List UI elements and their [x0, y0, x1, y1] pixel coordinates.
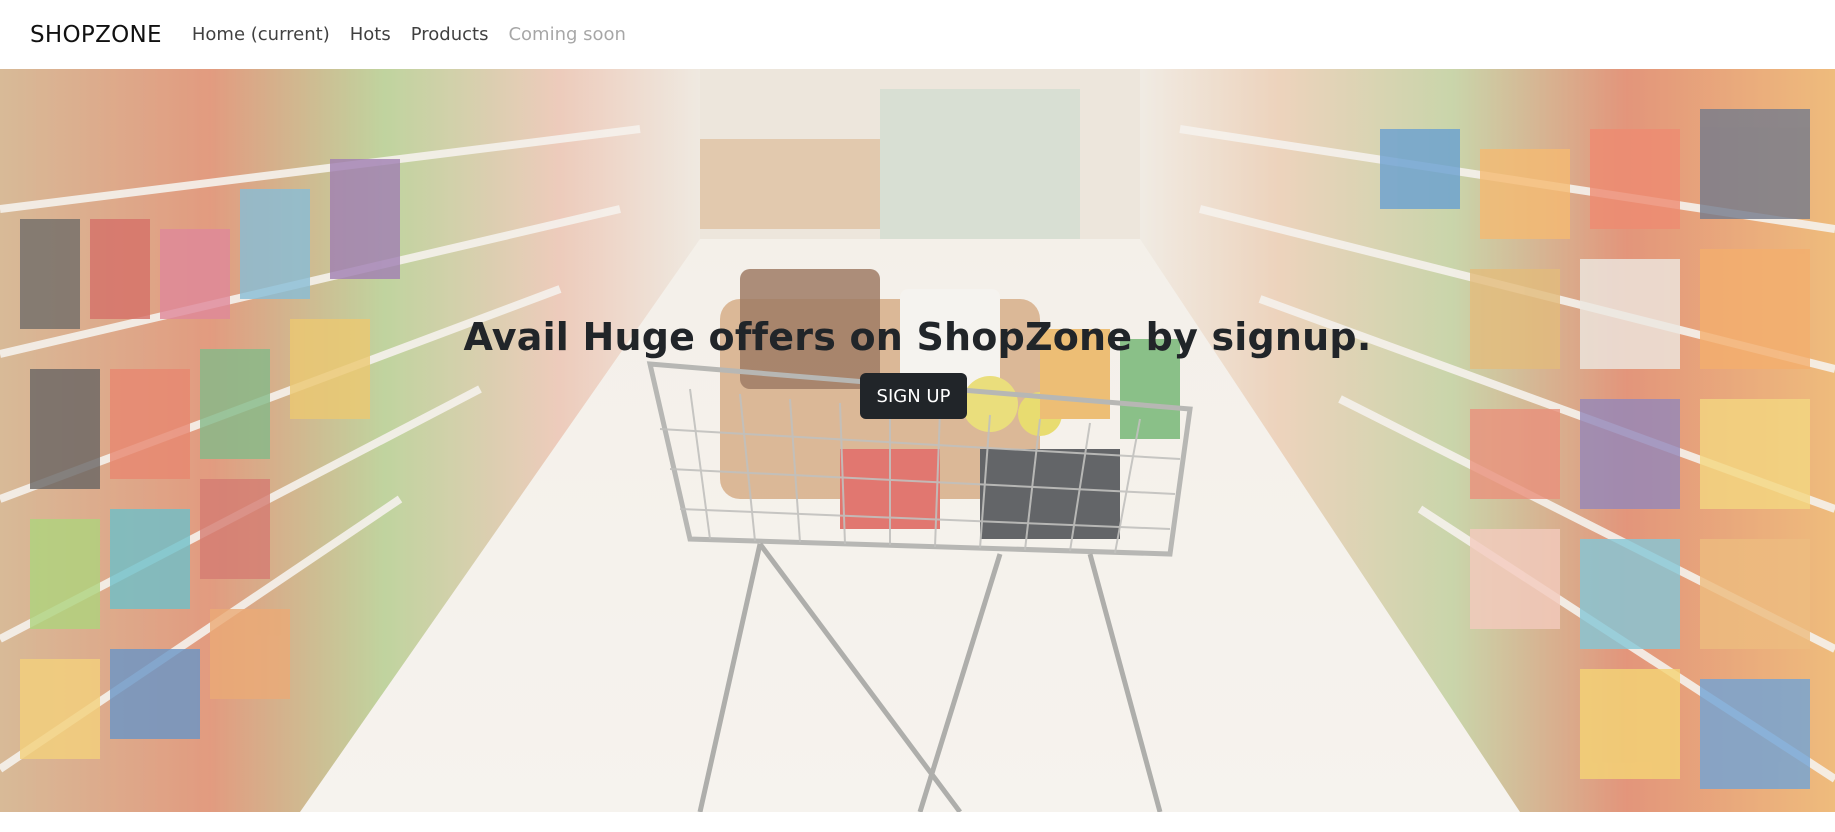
nav-link-coming-soon: Coming soon	[508, 24, 626, 45]
hero-overlay	[0, 69, 1835, 812]
hero-title: Avail Huge offers on ShopZone by signup.	[463, 315, 1372, 359]
signup-button[interactable]: SIGN UP	[860, 373, 967, 419]
nav-link-home[interactable]: Home (current)	[192, 24, 330, 45]
top-navbar: SHOPZONE Home (current) Hots Products Co…	[0, 0, 1835, 69]
nav-link-hots[interactable]: Hots	[350, 24, 391, 45]
nav-link-products[interactable]: Products	[411, 24, 489, 45]
hero-banner: Avail Huge offers on ShopZone by signup.…	[0, 69, 1835, 812]
brand-logo-link[interactable]: SHOPZONE	[30, 22, 162, 48]
bottom-strip	[0, 812, 1835, 832]
